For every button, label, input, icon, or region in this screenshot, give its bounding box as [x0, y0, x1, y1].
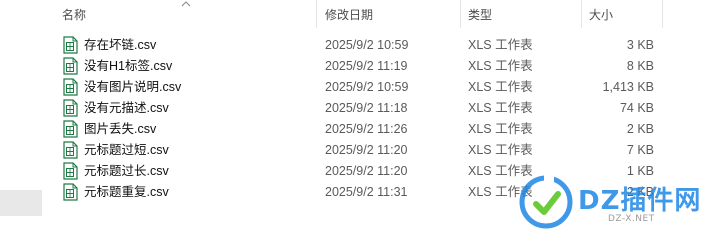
column-divider[interactable]	[460, 0, 461, 28]
file-row[interactable]: 没有H1标签.csv 2025/9/2 11:19 XLS 工作表 8 KB	[0, 55, 722, 76]
file-modified-date: 2025/9/2 11:19	[325, 59, 408, 73]
column-divider[interactable]	[662, 0, 663, 28]
file-size: 74 KB	[619, 101, 654, 115]
column-header-size[interactable]: 大小	[589, 7, 613, 23]
file-size: 3 KB	[626, 38, 654, 52]
sort-up-chevron-icon[interactable]	[180, 0, 192, 8]
file-modified-date: 2025/9/2 11:31	[325, 185, 408, 199]
file-type: XLS 工作表	[468, 59, 533, 73]
file-row[interactable]: 存在坏链.csv 2025/9/2 10:59 XLS 工作表 3 KB	[0, 34, 722, 55]
column-divider[interactable]	[581, 0, 582, 28]
file-type: XLS 工作表	[468, 122, 533, 136]
watermark-logo-icon	[519, 174, 573, 229]
file-name: 元标题过长.csv	[84, 164, 169, 178]
file-name: 没有图片说明.csv	[84, 80, 182, 94]
file-modified-date: 2025/9/2 10:59	[325, 80, 409, 94]
watermark-url: DZ-X.NET	[608, 214, 655, 224]
file-row[interactable]: 图片丢失.csv 2025/9/2 11:26 XLS 工作表 2 KB	[0, 118, 722, 139]
column-divider[interactable]	[316, 0, 317, 28]
excel-csv-file-icon	[62, 99, 78, 117]
file-name: 没有H1标签.csv	[84, 59, 173, 73]
file-name: 元标题重复.csv	[84, 185, 169, 199]
file-modified-date: 2025/9/2 11:20	[325, 164, 408, 178]
file-modified-date: 2025/9/2 11:18	[325, 101, 408, 115]
file-modified-date: 2025/9/2 10:59	[325, 38, 409, 52]
file-name: 存在坏链.csv	[84, 38, 157, 52]
file-type: XLS 工作表	[468, 101, 533, 115]
excel-csv-file-icon	[62, 120, 78, 138]
column-header-bar: 名称 修改日期 类型 大小	[0, 0, 722, 28]
excel-csv-file-icon	[62, 78, 78, 96]
column-header-type[interactable]: 类型	[468, 7, 492, 23]
watermark-logo-text: DZ插件网	[578, 186, 702, 216]
file-row[interactable]: 没有图片说明.csv 2025/9/2 10:59 XLS 工作表 1,413 KB	[0, 76, 722, 97]
excel-csv-file-icon	[62, 162, 78, 180]
excel-csv-file-icon	[62, 183, 78, 201]
watermark: DZ插件网 DZ-X.NET	[518, 170, 718, 234]
file-row[interactable]: 元标题过短.csv 2025/9/2 11:20 XLS 工作表 7 KB	[0, 139, 722, 160]
excel-csv-file-icon	[62, 36, 78, 54]
file-size: 2 KB	[626, 122, 654, 136]
navigation-pane-edge[interactable]	[0, 190, 42, 216]
file-name: 元标题过短.csv	[84, 143, 169, 157]
file-modified-date: 2025/9/2 11:20	[325, 143, 408, 157]
file-modified-date: 2025/9/2 11:26	[325, 122, 408, 136]
file-name: 没有元描述.csv	[84, 101, 169, 115]
excel-csv-file-icon	[62, 141, 78, 159]
excel-csv-file-icon	[62, 57, 78, 75]
file-type: XLS 工作表	[468, 143, 533, 157]
file-size: 8 KB	[626, 59, 654, 73]
file-row[interactable]: 没有元描述.csv 2025/9/2 11:18 XLS 工作表 74 KB	[0, 97, 722, 118]
file-size: 1,413 KB	[602, 80, 654, 94]
column-header-name[interactable]: 名称	[62, 7, 86, 23]
file-name: 图片丢失.csv	[84, 122, 157, 136]
column-header-date[interactable]: 修改日期	[325, 7, 373, 23]
file-type: XLS 工作表	[468, 38, 533, 52]
file-size: 7 KB	[626, 143, 654, 157]
file-type: XLS 工作表	[468, 80, 533, 94]
